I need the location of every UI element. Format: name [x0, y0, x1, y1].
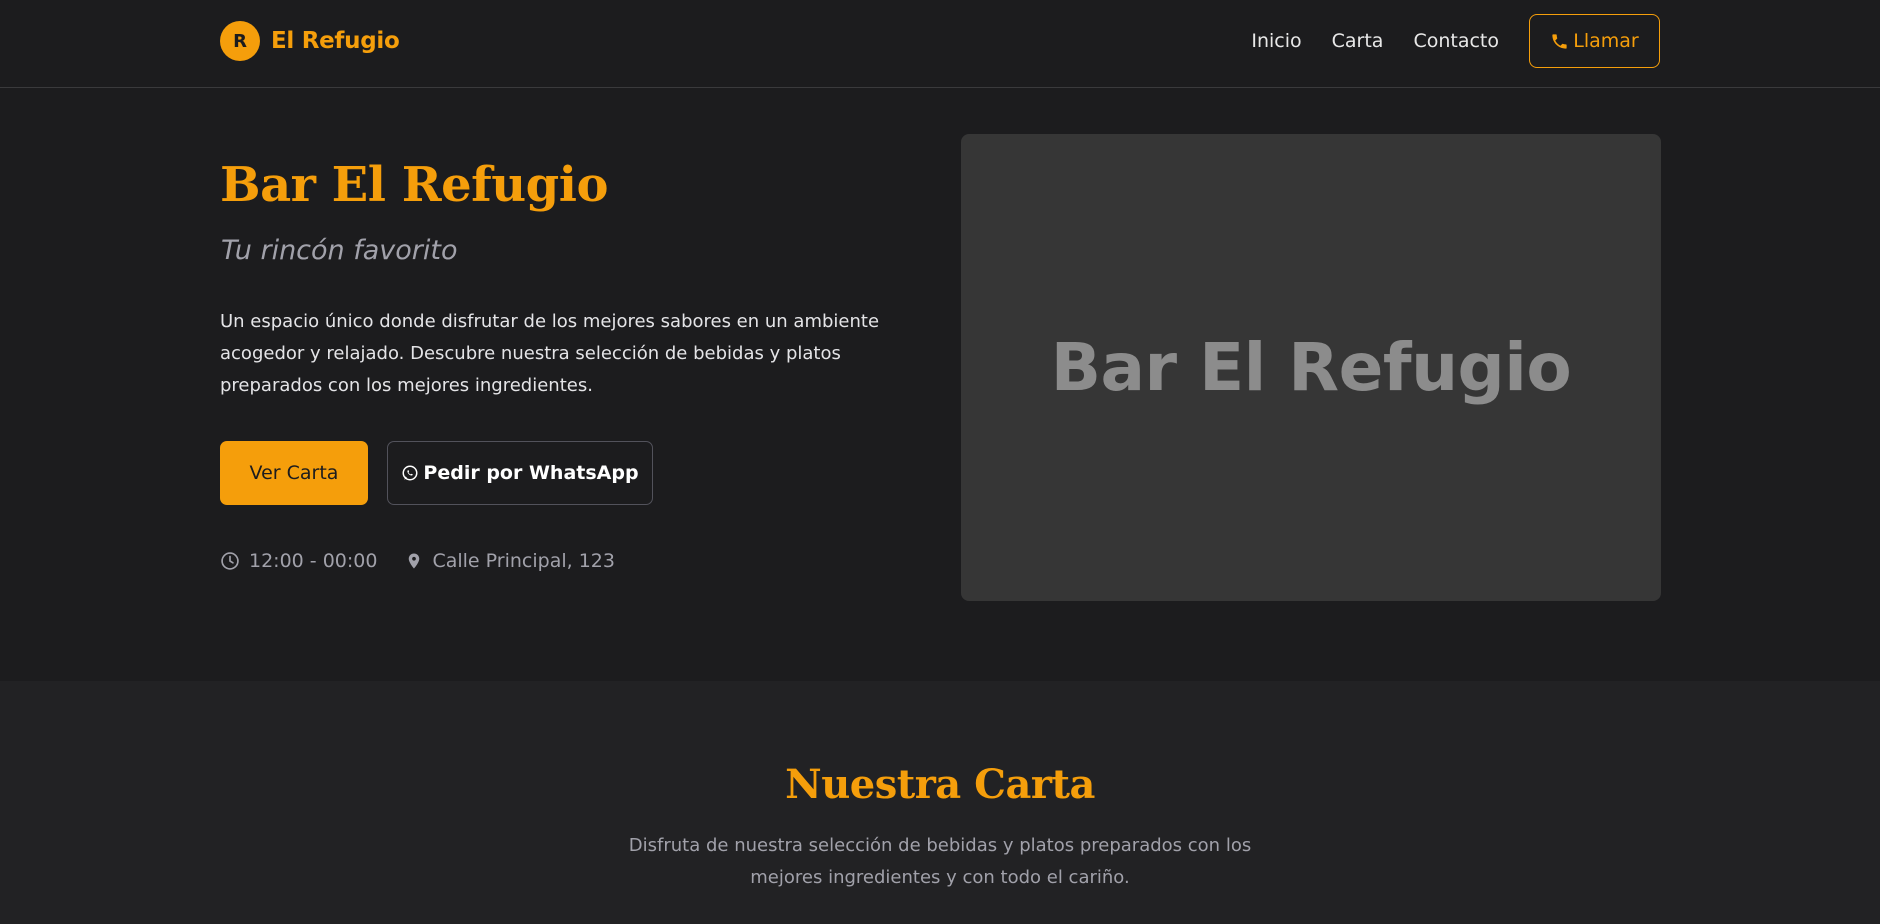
brand[interactable]: R El Refugio — [220, 21, 400, 61]
whatsapp-button-label: Pedir por WhatsApp — [423, 462, 639, 484]
hero-image-placeholder: Bar El Refugio — [961, 134, 1661, 601]
hero-subtitle: Tu rincón favorito — [221, 235, 458, 266]
info-row: 12:00 - 00:00 Calle Principal, 123 — [220, 549, 615, 573]
phone-icon — [1552, 33, 1567, 49]
navbar: R El Refugio Inicio Carta Contacto Llama… — [0, 0, 1880, 88]
nav-link-contacto[interactable]: Contacto — [1413, 30, 1499, 52]
brand-name: El Refugio — [271, 28, 400, 54]
hero-description: Un espacio único donde disfrutar de los … — [220, 311, 880, 396]
address-text: Calle Principal, 123 — [432, 550, 615, 572]
hours-info: 12:00 - 00:00 — [220, 550, 377, 572]
hero-section: Bar El Refugio Tu rincón favorito Un esp… — [0, 89, 1880, 681]
call-button-label: Llamar — [1573, 30, 1639, 52]
hero-image-text: Bar El Refugio — [1050, 329, 1572, 406]
call-button[interactable]: Llamar — [1529, 14, 1660, 68]
address-info: Calle Principal, 123 — [405, 550, 615, 572]
menu-title: Nuestra Carta — [785, 761, 1095, 808]
menu-description: Disfruta de nuestra selección de bebidas… — [628, 835, 1252, 888]
clock-icon — [221, 552, 239, 570]
nav-link-carta[interactable]: Carta — [1332, 30, 1384, 52]
nav-link-inicio[interactable]: Inicio — [1251, 30, 1301, 52]
menu-section: Nuestra Carta Disfruta de nuestra selecc… — [0, 681, 1880, 924]
whatsapp-button[interactable]: Pedir por WhatsApp — [387, 441, 653, 505]
map-pin-icon — [409, 553, 420, 569]
brand-logo: R — [220, 21, 260, 61]
ver-carta-button[interactable]: Ver Carta — [220, 441, 368, 505]
whatsapp-icon — [402, 465, 418, 481]
nav-links: Inicio Carta Contacto Llamar — [1251, 0, 1660, 82]
hours-text: 12:00 - 00:00 — [249, 550, 378, 572]
hero-title: Bar El Refugio — [220, 157, 609, 213]
